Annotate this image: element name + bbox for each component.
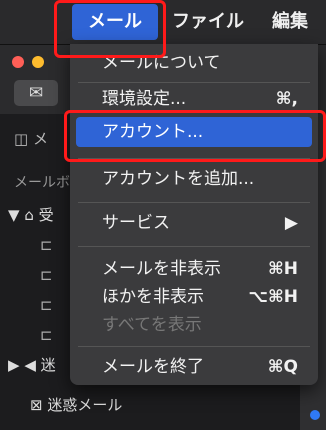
sidebar-subitem[interactable]: ⊏ xyxy=(40,296,53,314)
menu-separator xyxy=(78,82,310,83)
tray-icon: ⊏ xyxy=(40,326,53,344)
tray-icon: ⊏ xyxy=(40,296,53,314)
sidebar-item-sent[interactable]: ▶ ◀ 迷 xyxy=(8,354,56,375)
close-window-button[interactable] xyxy=(12,56,24,68)
menu-separator xyxy=(78,346,310,347)
menu-item-hide-others[interactable]: ほかを非表示 ⌥⌘H xyxy=(70,282,318,312)
sidebar-toggle-button[interactable]: ◫ メ xyxy=(14,126,64,152)
mailboxes-header: メールボ xyxy=(14,175,70,191)
tray-icon: ⊏ xyxy=(40,236,53,254)
menu-separator xyxy=(78,246,310,247)
envelope-icon: ✉ xyxy=(28,83,44,103)
menu-item-label: メールを終了 xyxy=(102,357,204,377)
tray-icon: ⊏ xyxy=(40,266,53,284)
sidebar-icon: ◫ xyxy=(14,130,29,148)
annotation-box-accounts xyxy=(64,110,326,162)
apple-logo-icon[interactable] xyxy=(18,8,44,36)
disclosure-triangle-icon: ▼ xyxy=(8,206,20,224)
mail-app-menu: メールについて 環境設定... ⌘, アカウント... アカウントを追加... … xyxy=(70,44,318,385)
menu-separator xyxy=(78,202,310,203)
disclosure-triangle-icon: ▶ xyxy=(8,356,20,374)
sidebar-subitem[interactable]: ⊏ xyxy=(40,236,53,254)
sidebar-subitem[interactable]: ⊏ xyxy=(40,326,53,344)
toolbar-label-fragment: メ xyxy=(32,130,48,148)
menu-item-add-account[interactable]: アカウントを追加... xyxy=(70,164,318,194)
menu-file[interactable]: ファイル xyxy=(172,0,244,44)
unread-dot-icon xyxy=(310,410,320,420)
menu-item-label: ほかを非表示 xyxy=(102,287,204,307)
menu-item-services[interactable]: サービス ▶ xyxy=(70,208,318,238)
annotation-box-mail-menu xyxy=(54,0,166,58)
sidebar-item-label: 受 xyxy=(38,206,54,224)
menu-item-label: すべてを表示 xyxy=(102,315,202,335)
minimize-window-button[interactable] xyxy=(32,56,44,68)
menu-item-quit-mail[interactable]: メールを終了 ⌘Q xyxy=(70,352,318,382)
junk-icon: ⊠ xyxy=(30,396,43,414)
menu-item-hide-mail[interactable]: メールを非表示 ⌘H xyxy=(70,254,318,284)
sidebar-item-label: 迷惑メール xyxy=(47,396,123,414)
sidebar-item-inbox[interactable]: ▼ ⌂ 受 xyxy=(8,204,54,225)
sidebar-subitem[interactable]: ⊏ xyxy=(40,266,53,284)
menu-item-label: アカウントを追加... xyxy=(102,169,255,189)
menu-item-shortcut: ⌘H xyxy=(268,259,298,279)
sidebar-item-label: 迷 xyxy=(40,356,56,374)
paper-plane-icon: ◀ xyxy=(24,356,36,374)
menu-item-shortcut: ⌘Q xyxy=(267,357,298,377)
menu-item-label: サービス xyxy=(102,213,170,233)
menu-edit[interactable]: 編集 xyxy=(272,0,308,44)
menu-item-show-all: すべてを表示 xyxy=(70,310,318,340)
get-mail-button[interactable]: ✉ xyxy=(14,80,58,106)
submenu-arrow-icon: ▶ xyxy=(284,213,298,233)
inbox-tray-icon: ⌂ xyxy=(24,206,34,224)
sidebar-item-junk[interactable]: ⊠ 迷惑メール xyxy=(30,394,122,415)
menu-item-shortcut: ⌥⌘H xyxy=(248,287,298,307)
menu-item-label: メールを非表示 xyxy=(102,259,221,279)
